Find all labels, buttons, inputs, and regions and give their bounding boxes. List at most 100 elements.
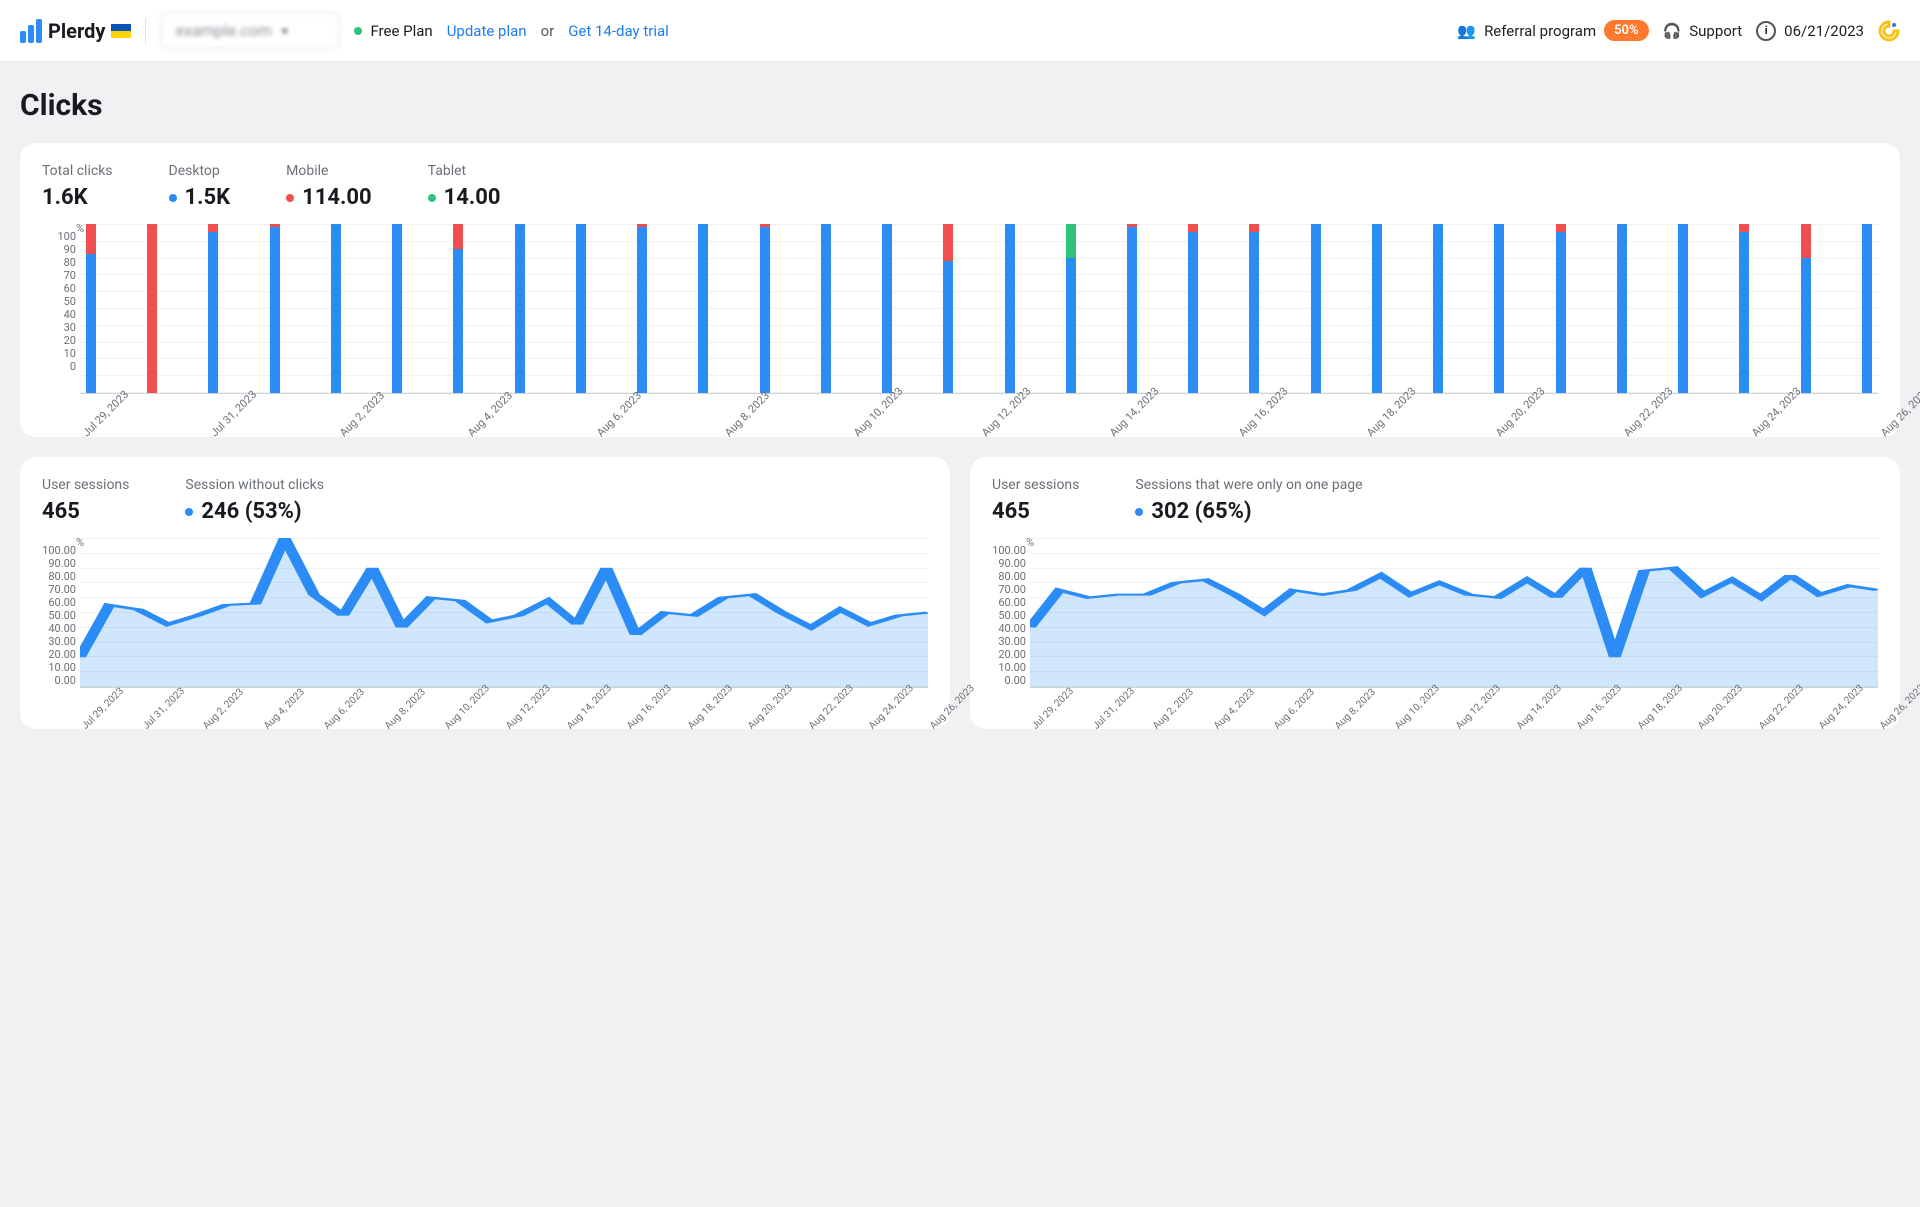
bar [86,224,96,393]
y-axis: 100.0090.0080.0070.0060.0050.0040.0030.0… [42,544,76,661]
plot-area [80,538,928,688]
stat-label: Desktop [169,163,231,179]
bar [1678,224,1688,393]
stat-desktop: Desktop 1.5K [169,163,231,210]
bar [821,224,831,393]
bar [760,224,770,393]
stat-value: 1.6K [42,185,113,210]
stat-label: User sessions [42,477,129,493]
status-dot-icon [354,27,362,35]
area-svg [1030,538,1878,687]
date-label: 06/21/2023 [1784,22,1864,40]
bar [1127,224,1137,393]
session-stats: User sessions 465 Sessions that were onl… [992,477,1878,524]
support-link[interactable]: 🎧 Support [1663,22,1743,40]
ukraine-flag-icon [111,24,131,38]
x-axis: Jul 29, 2023Jul 31, 2023Aug 2, 2023Aug 4… [80,688,928,705]
bar [1801,224,1811,393]
update-plan-link[interactable]: Update plan [447,22,527,40]
bar [515,224,525,393]
top-header: Plerdy example.com ▾ Free Plan Update pl… [0,0,1920,62]
bar [1494,224,1504,393]
referral-link[interactable]: 👥 Referral program 50% [1457,20,1648,41]
stat-value: 465 [42,499,129,524]
bar [1556,224,1566,393]
sessions-no-clicks-card: User sessions 465 Session without clicks… [20,457,950,729]
or-text: or [541,22,555,40]
legend-dot-icon [1135,508,1143,516]
bar [1739,224,1749,393]
bar [208,224,218,393]
bar [453,224,463,393]
y-axis: 100.0090.0080.0070.0060.0050.0040.0030.0… [992,544,1026,661]
y-axis: 1009080706050403020100 [42,230,76,369]
referral-badge: 50% [1604,20,1648,41]
legend-dot-icon [286,194,294,202]
stat-users: User sessions 465 [42,477,129,524]
bar [1066,224,1076,393]
referral-label: Referral program [1484,22,1596,40]
bar [943,224,953,393]
bar [1433,224,1443,393]
bar [1372,224,1382,393]
stat-value: 246 (53%) [201,499,301,524]
bar [1617,224,1627,393]
stat-mobile: Mobile 114.00 [286,163,372,210]
sessions-one-page-card: User sessions 465 Sessions that were onl… [970,457,1900,729]
bar [392,224,402,393]
bar [1005,224,1015,393]
bar [1862,224,1872,393]
swirl-icon [1878,20,1900,42]
logo-bars-icon [20,19,42,43]
plot-area [1030,538,1878,688]
stat-label: Session without clicks [185,477,324,493]
legend-dot-icon [169,194,177,202]
people-icon: 👥 [1457,22,1476,40]
stat-value: 14.00 [444,185,501,210]
stat-users: User sessions 465 [992,477,1079,524]
bar [147,224,157,393]
bar [1188,224,1198,393]
bar [1311,224,1321,393]
site-name: example.com [175,21,271,40]
bars-container [80,224,1878,393]
stat-tablet: Tablet 14.00 [428,163,501,210]
x-axis: Jul 29, 2023Jul 31, 2023Aug 2, 2023Aug 4… [80,394,1878,413]
session-stats: User sessions 465 Session without clicks… [42,477,928,524]
stat-label: Tablet [428,163,501,179]
get-trial-link[interactable]: Get 14-day trial [568,22,669,40]
sessions-no-clicks-chart: % 100.0090.0080.0070.0060.0050.0040.0030… [42,538,928,705]
app-icon[interactable] [1878,20,1900,42]
brand-name: Plerdy [48,19,105,43]
plan-label: Free Plan [370,22,432,40]
legend-dot-icon [428,194,436,202]
bar [698,224,708,393]
stat-label: Mobile [286,163,372,179]
bar [576,224,586,393]
support-label: Support [1689,22,1742,40]
bar [331,224,341,393]
clicks-bar-chart: % 1009080706050403020100 [42,224,1878,413]
stat-value: 465 [992,499,1079,524]
logo[interactable]: Plerdy [20,19,131,43]
plan-indicator: Free Plan [354,22,432,40]
legend-dot-icon [185,508,193,516]
stat-metric: Sessions that were only on one page 302 … [1135,477,1362,524]
separator [145,18,146,44]
bar [637,224,647,393]
page-title: Clicks [20,88,1900,123]
chevron-down-icon: ▾ [282,24,288,38]
x-axis: Jul 29, 2023Jul 31, 2023Aug 2, 2023Aug 4… [1030,688,1878,705]
bar [270,224,280,393]
stat-value: 302 (65%) [1151,499,1251,524]
date-display[interactable]: i 06/21/2023 [1756,21,1864,41]
stat-label: Total clicks [42,163,113,179]
stat-value: 1.5K [185,185,231,210]
stat-label: User sessions [992,477,1079,493]
sessions-one-page-chart: % 100.0090.0080.0070.0060.0050.0040.0030… [992,538,1878,705]
site-selector[interactable]: example.com ▾ [160,12,340,49]
clicks-stats: Total clicks 1.6K Desktop 1.5K Mobile 11… [42,163,1878,210]
stat-label: Sessions that were only on one page [1135,477,1362,493]
bar [1249,224,1259,393]
stat-total: Total clicks 1.6K [42,163,113,210]
